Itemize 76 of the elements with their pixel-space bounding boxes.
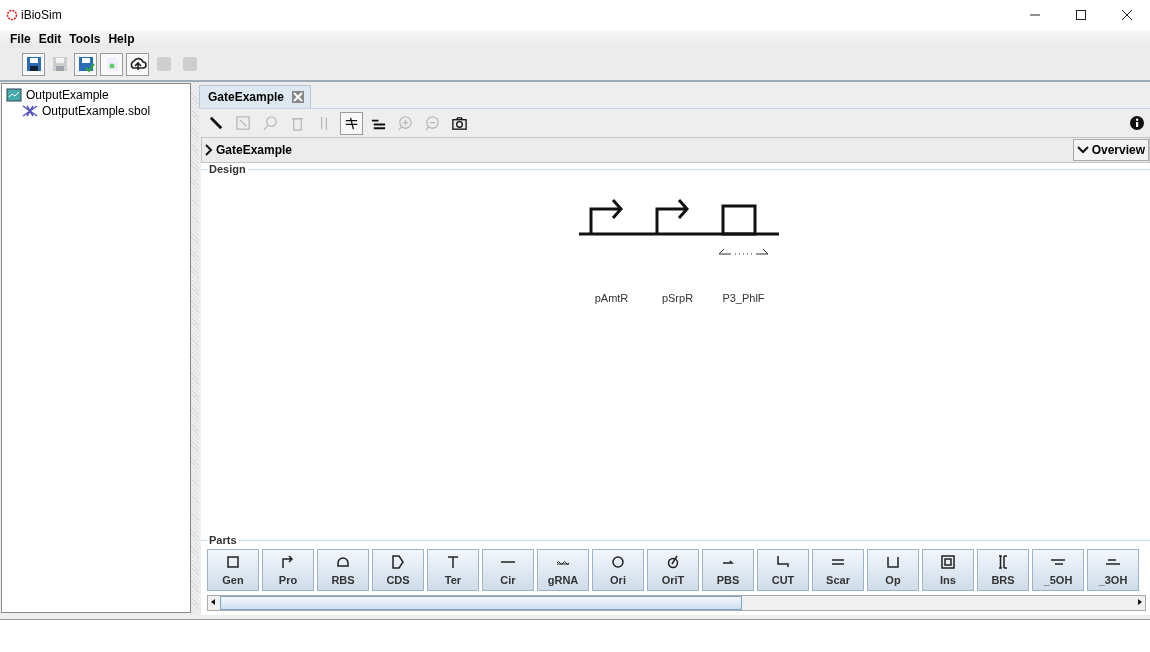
- line-icon: [500, 561, 516, 563]
- disabled-play-icon: [154, 55, 173, 73]
- chevron-right-icon: [205, 144, 213, 156]
- camera-icon: [451, 114, 468, 132]
- disabled-floppy-icon: [50, 55, 69, 73]
- floppy-icon: [24, 55, 43, 73]
- part-button[interactable]: Ter: [427, 549, 479, 591]
- select-box-icon: [235, 114, 252, 132]
- toolbar-button[interactable]: [22, 52, 45, 76]
- menu-item[interactable]: Edit: [38, 32, 62, 46]
- info-icon[interactable]: [1130, 116, 1144, 130]
- square-icon: [225, 554, 241, 570]
- zoom-in-icon: [397, 114, 414, 132]
- scroll-thumb[interactable]: [220, 596, 742, 610]
- part-label: P3_PhlF: [722, 292, 765, 304]
- wave-icon: [555, 559, 571, 565]
- dome-icon: [335, 554, 351, 570]
- menu-item[interactable]: Tools: [69, 32, 101, 46]
- floppy-check-icon: [76, 55, 95, 73]
- circle-slash-icon: [665, 554, 681, 570]
- part-button[interactable]: _5OH: [1032, 549, 1084, 591]
- menu-item[interactable]: Help: [108, 32, 135, 46]
- step-line-icon: [775, 554, 791, 570]
- menu-item[interactable]: File: [10, 32, 31, 46]
- part-button[interactable]: CDS: [372, 549, 424, 591]
- close-icon: [1122, 10, 1132, 20]
- part-button[interactable]: BRS: [977, 549, 1029, 591]
- part-label: pSrpR: [661, 292, 694, 304]
- editor-tab[interactable]: GateExample: [199, 85, 312, 108]
- cloud-upload-icon: [128, 55, 147, 73]
- t-shape-icon: [445, 554, 461, 570]
- promoter-glyph[interactable]: [589, 198, 623, 236]
- section-title: Parts: [207, 534, 239, 546]
- part-button[interactable]: Ins: [922, 549, 974, 591]
- part-button[interactable]: Op: [867, 549, 919, 591]
- part-button[interactable]: RBS: [317, 549, 369, 591]
- pentagon-icon: [390, 554, 406, 570]
- gear-logo-icon: [6, 9, 18, 21]
- gene-glyph[interactable]: [721, 204, 756, 236]
- section-title: Design: [207, 163, 248, 175]
- pencil-icon: [208, 114, 225, 132]
- part-button[interactable]: Cir: [482, 549, 534, 591]
- part-button[interactable]: Pro: [262, 549, 314, 591]
- part-button[interactable]: _3OH: [1087, 549, 1139, 591]
- zoom-out-icon: [424, 114, 441, 132]
- part-button[interactable]: CUT: [757, 549, 809, 591]
- part-button[interactable]: PBS: [702, 549, 754, 591]
- tree-item[interactable]: OutputExample.sbol: [6, 103, 186, 119]
- overview-button[interactable]: Overview: [1072, 139, 1149, 161]
- close-icon[interactable]: [292, 91, 305, 103]
- cup-icon: [885, 554, 901, 570]
- tool-button[interactable]: [340, 111, 363, 135]
- chevron-down-icon: [1076, 146, 1089, 154]
- horizontal-scrollbar[interactable]: [207, 595, 1146, 611]
- splitter-handle[interactable]: [191, 82, 199, 615]
- part-button[interactable]: Ori: [592, 549, 644, 591]
- project-icon: [6, 88, 22, 102]
- magnifier-icon: [262, 114, 279, 132]
- toolbar-button[interactable]: [126, 52, 149, 76]
- nested-square-icon: [940, 554, 956, 570]
- bent-arrow-icon: [280, 554, 296, 570]
- tree-item[interactable]: OutputExample: [6, 87, 186, 103]
- window-title: iBioSim: [21, 8, 63, 22]
- part-button[interactable]: Scar: [812, 549, 864, 591]
- breadcrumb-label: GateExample: [216, 143, 293, 157]
- bracket-icon: [717, 248, 770, 258]
- part-button[interactable]: OriT: [647, 549, 699, 591]
- disabled-stop-icon: [180, 55, 199, 73]
- part-label: pAmtR: [594, 292, 629, 304]
- promoter-glyph[interactable]: [655, 198, 689, 236]
- breadcrumb[interactable]: GateExample: [202, 143, 293, 157]
- part-button[interactable]: gRNA: [537, 549, 589, 591]
- part-button[interactable]: Gen: [207, 549, 259, 591]
- circle-icon: [610, 554, 626, 570]
- dna-icon: [22, 105, 38, 117]
- maximize-icon: [1076, 10, 1086, 20]
